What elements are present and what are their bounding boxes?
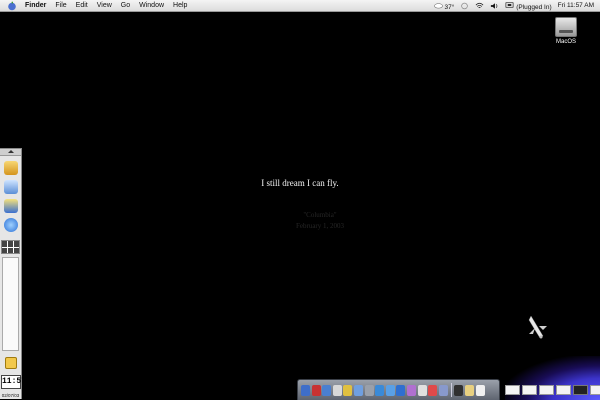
dock-app-icon[interactable]	[428, 384, 438, 396]
battery-item[interactable]: (Plugged In)	[505, 1, 552, 11]
minimized-window-6[interactable]	[590, 385, 600, 395]
cloud-icon	[433, 2, 443, 8]
dock-app-icon[interactable]	[475, 384, 485, 396]
dock-app-icon[interactable]	[385, 384, 395, 396]
dock-app-icon[interactable]	[301, 384, 310, 396]
dock-app-icon[interactable]	[364, 384, 374, 396]
dock-app-icon[interactable]	[353, 384, 363, 396]
menu-help[interactable]: Help	[173, 2, 187, 9]
drawer-clock: 11:57	[1, 375, 26, 389]
dock-app-icon[interactable]	[454, 384, 464, 396]
dock-app-icon[interactable]	[311, 384, 321, 396]
drawer-date: 02/07/03	[1, 393, 20, 398]
app-icon-3[interactable]	[3, 199, 18, 213]
drive-label: MacOS	[555, 39, 576, 45]
macos-drive[interactable]: MacOS	[553, 17, 579, 45]
desktop-quote: I still dream I can fly.	[261, 178, 339, 188]
hard-drive-icon	[555, 17, 577, 37]
minimized-window-2[interactable]	[522, 385, 537, 395]
dock-app-icon[interactable]	[417, 384, 427, 396]
menu-finder[interactable]: Finder	[25, 2, 46, 9]
dock-minimized-windows	[502, 380, 600, 400]
dock-app-icon[interactable]	[322, 384, 332, 396]
dock-app-icon[interactable]	[438, 384, 448, 396]
dock-app-icon[interactable]	[396, 384, 406, 396]
weather-item[interactable]: 37°	[433, 1, 455, 11]
app-icon-2[interactable]	[3, 180, 18, 194]
note-icon[interactable]	[4, 357, 17, 369]
battery-icon	[505, 1, 514, 8]
menu-view[interactable]: View	[97, 2, 112, 9]
dock-app-icon[interactable]	[343, 384, 353, 396]
faint-text-2: February 1, 2003	[295, 222, 345, 230]
minimized-window-4[interactable]	[556, 385, 571, 395]
dock-separator	[451, 383, 453, 397]
shuttle-icon	[528, 315, 547, 339]
menu-go[interactable]: Go	[121, 2, 130, 9]
dock-app-icon[interactable]	[406, 384, 416, 396]
minimized-window-5[interactable]	[573, 385, 588, 395]
menubar-clock[interactable]: Fri 11:57 AM	[558, 2, 594, 9]
menu-file[interactable]: File	[55, 2, 66, 9]
menu-edit[interactable]: Edit	[76, 2, 88, 9]
drawer-scroll-up[interactable]	[0, 149, 21, 156]
apple-icon[interactable]	[7, 1, 17, 11]
power-status-text: (Plugged In)	[516, 3, 552, 11]
drawer-grid[interactable]	[1, 240, 20, 254]
dock-app-icon[interactable]	[375, 384, 385, 396]
globe-icon[interactable]	[3, 218, 18, 232]
moon-icon[interactable]	[460, 2, 469, 10]
dock	[297, 379, 500, 400]
minimized-window-3[interactable]	[539, 385, 554, 395]
menu-bar: Finder File Edit View Go Window Help 37°…	[0, 0, 600, 12]
dock-app-icon[interactable]	[332, 384, 342, 396]
dock-app-icon[interactable]	[464, 384, 474, 396]
temperature-text: 37°	[444, 3, 455, 11]
wifi-icon[interactable]	[475, 2, 484, 10]
side-drawer: 11:57 02/07/03	[0, 148, 26, 399]
minimized-window-1[interactable]	[505, 385, 520, 395]
menu-extras: 37° (Plugged In) Fri 11:57 AM	[428, 0, 594, 11]
drawer-track[interactable]	[2, 257, 19, 351]
volume-icon[interactable]	[490, 2, 499, 10]
app-icon-1[interactable]	[3, 161, 18, 175]
menu-window[interactable]: Window	[139, 2, 164, 9]
faint-text-1: "Columbia"	[303, 211, 337, 219]
